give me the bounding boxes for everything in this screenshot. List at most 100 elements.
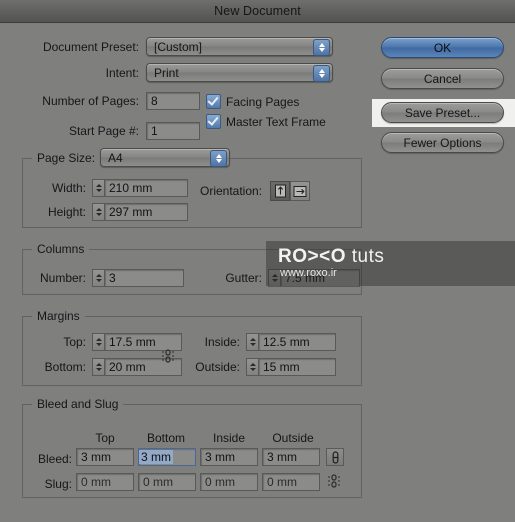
number-of-pages-input[interactable]: 8 [146,92,200,110]
page-size-stepper-icon[interactable] [210,150,227,167]
columns-number-input[interactable]: 3 [104,269,184,287]
start-page-label: Start Page #: [68,124,139,138]
width-input[interactable]: 210 mm [104,179,188,197]
slug-inside-value: 0 mm [205,475,235,489]
slug-top-input[interactable]: 0 mm [76,473,134,491]
new-document-dialog: New Document Document Preset: [Custom] I… [0,0,515,522]
margin-inside-label: Inside: [204,335,240,349]
slug-inside-input[interactable]: 0 mm [200,473,258,491]
slug-outside-value: 0 mm [267,475,297,489]
height-stepper-icon[interactable] [92,203,104,221]
intent-row: Intent: Print [24,63,354,82]
columns-number-stepper-icon[interactable] [92,269,104,287]
slug-outside-input[interactable]: 0 mm [262,473,320,491]
document-preset-select[interactable]: [Custom] [146,37,333,56]
bleed-header-top: Top [95,431,115,445]
chain-broken-icon [162,349,174,363]
margin-inside-input[interactable]: 12.5 mm [258,333,336,351]
height-row: Height: 297 mm [34,203,188,221]
bleed-header-outside: Outside [272,431,314,445]
columns-gutter-row: Gutter: 7.5 mm [214,269,360,287]
intent-select[interactable]: Print [146,63,333,82]
columns-number-label: Number: [39,271,86,285]
document-preset-value: [Custom] [154,39,203,54]
margin-bottom-label: Bottom: [44,360,86,374]
height-value: 297 mm [109,205,153,219]
bleed-outside-input[interactable]: 3 mm [262,448,320,466]
start-page-value: 1 [151,124,158,138]
margin-top-value: 17.5 mm [109,335,156,349]
margin-inside-stepper-icon[interactable] [246,333,258,351]
bleed-top-value: 3 mm [81,450,111,464]
page-size-select[interactable]: A4 [100,148,230,167]
slug-link-toggle[interactable] [326,473,342,489]
facing-pages-label: Facing Pages [226,94,300,109]
margin-top-row: Top: 17.5 mm [26,333,182,351]
portrait-icon [274,184,286,198]
margin-outside-input[interactable]: 15 mm [258,358,336,376]
columns-gutter-stepper-icon[interactable] [268,269,280,287]
margin-inside-row: Inside: 12.5 mm [190,333,336,351]
columns-legend: Columns [32,242,90,256]
document-preset-row: Document Preset: [Custom] [24,37,354,56]
margin-outside-stepper-icon[interactable] [246,358,258,376]
margin-top-stepper-icon[interactable] [92,333,104,351]
bleed-header-inside: Inside [212,431,246,445]
intent-value: Print [154,65,179,80]
start-page-input[interactable]: 1 [146,122,200,140]
master-text-frame-checkbox[interactable]: Master Text Frame [206,114,326,129]
intent-stepper-icon[interactable] [313,65,330,82]
chain-linked-icon [332,450,338,464]
ok-button[interactable]: OK [381,37,504,58]
start-page-row: Start Page #: 1 [24,122,200,140]
bleed-slug-legend: Bleed and Slug [32,397,124,411]
cancel-button[interactable]: Cancel [381,68,504,89]
bleed-top-input[interactable]: 3 mm [76,448,134,466]
columns-number-row: Number: 3 [26,269,184,287]
dialog-titlebar: New Document [0,0,515,23]
slug-bottom-value: 0 mm [143,475,173,489]
slug-label: Slug: [44,477,72,491]
checkbox-checked-icon [206,114,221,129]
bleed-bottom-input[interactable]: 3 mm [138,448,196,466]
width-row: Width: 210 mm [34,179,188,197]
orientation-landscape-button[interactable] [290,181,311,201]
margin-bottom-stepper-icon[interactable] [92,358,104,376]
dialog-title: New Document [214,4,301,18]
save-preset-button[interactable]: Save Preset... [381,102,504,123]
number-of-pages-label: Number of Pages: [42,94,139,108]
intent-label: Intent: [105,65,139,80]
page-size-value: A4 [108,150,123,165]
width-label: Width: [51,181,86,195]
fewer-options-button[interactable]: Fewer Options [381,132,504,153]
master-text-frame-label: Master Text Frame [226,114,326,129]
checkbox-checked-icon [206,94,221,109]
bleed-link-toggle[interactable] [326,448,344,466]
orientation-portrait-button[interactable] [270,181,291,201]
bleed-bottom-value: 3 mm [139,450,173,464]
columns-gutter-value: 7.5 mm [285,271,326,285]
number-of-pages-row: Number of Pages: 8 [24,92,200,110]
facing-pages-checkbox[interactable]: Facing Pages [206,94,299,109]
number-of-pages-value: 8 [151,94,158,108]
landscape-icon [293,185,307,197]
slug-top-value: 0 mm [81,475,111,489]
margins-link-toggle[interactable] [160,348,176,364]
height-input[interactable]: 297 mm [104,203,188,221]
margin-bottom-value: 20 mm [109,360,146,374]
document-preset-stepper-icon[interactable] [313,39,330,56]
margin-bottom-row: Bottom: 20 mm [26,358,182,376]
margin-outside-row: Outside: 15 mm [190,358,336,376]
bleed-inside-input[interactable]: 3 mm [200,448,258,466]
height-label: Height: [47,205,86,219]
chain-broken-icon [328,474,340,488]
columns-gutter-input[interactable]: 7.5 mm [280,269,360,287]
margins-legend: Margins [32,309,85,323]
page-size-legend: Page Size: [32,151,101,165]
slug-bottom-input[interactable]: 0 mm [138,473,196,491]
width-stepper-icon[interactable] [92,179,104,197]
bleed-inside-value: 3 mm [205,450,235,464]
orientation-label: Orientation: [200,184,263,198]
columns-number-value: 3 [109,271,116,285]
bleed-label: Bleed: [37,452,72,466]
